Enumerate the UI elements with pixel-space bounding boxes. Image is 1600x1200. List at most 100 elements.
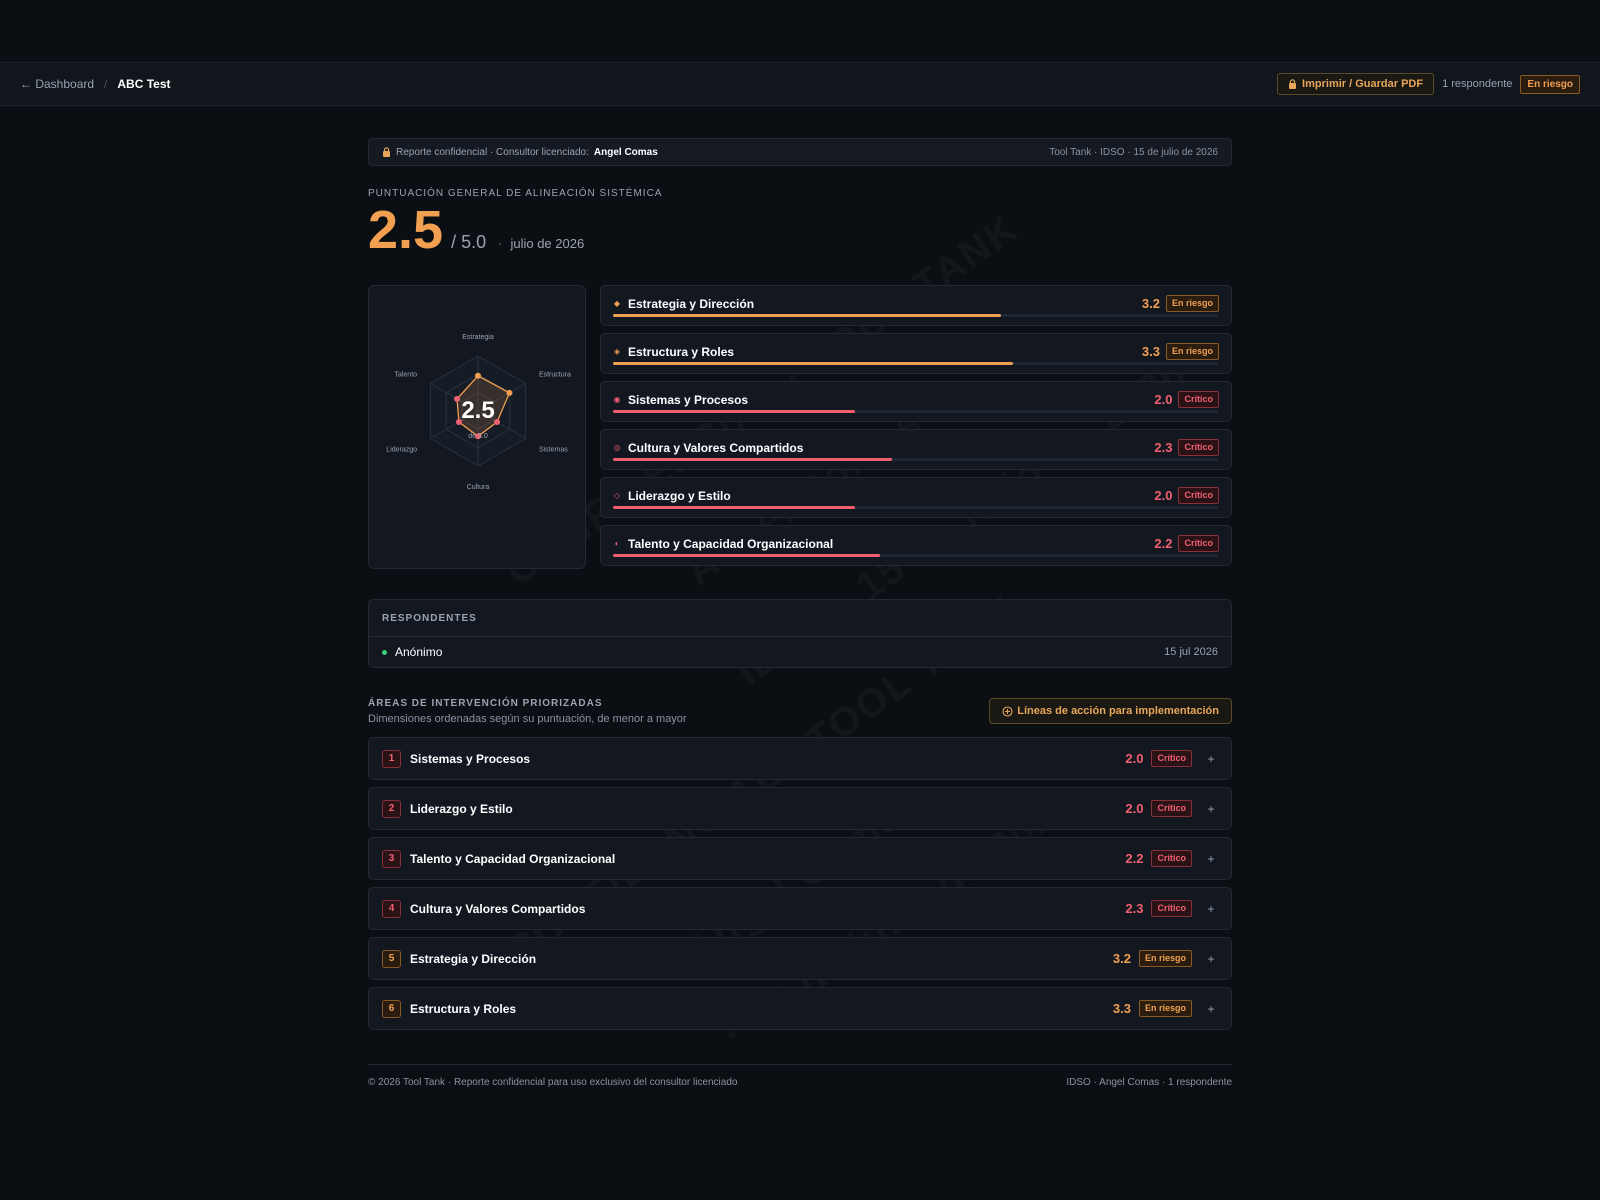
score-separator: · bbox=[498, 236, 503, 251]
expand-plus-icon[interactable]: + bbox=[1204, 752, 1218, 766]
dimension-card: ◈ Estructura y Roles 3.3 En riesgo bbox=[600, 333, 1232, 374]
overall-score-max: / 5.0 bbox=[451, 232, 487, 252]
area-status-badge: Crítico bbox=[1151, 750, 1192, 767]
active-dot-icon bbox=[382, 649, 387, 655]
radar-point bbox=[475, 372, 481, 379]
expand-plus-icon[interactable]: + bbox=[1204, 1002, 1218, 1016]
dimension-name: Sistemas y Procesos bbox=[628, 392, 749, 407]
footer: © 2026 Tool Tank · Reporte confidencial … bbox=[368, 1064, 1232, 1088]
dimension-bar-fill bbox=[613, 458, 892, 461]
area-rank: 3 bbox=[382, 849, 401, 868]
dimension-card: ◎ Cultura y Valores Compartidos 2.3 Crít… bbox=[600, 429, 1232, 470]
area-score: 2.2 bbox=[1125, 851, 1144, 866]
footer-right: IDSO · Angel Comas · 1 respondente bbox=[1066, 1077, 1232, 1088]
respondents-card: RESPONDENTES Anónimo 15 jul 2026 bbox=[368, 599, 1232, 668]
dimension-bar-fill bbox=[613, 554, 880, 557]
radar-axis-label: Liderazgo bbox=[386, 447, 417, 454]
action-lines-label: Líneas de acción para implementación bbox=[1017, 705, 1219, 717]
area-status-badge: En riesgo bbox=[1138, 950, 1192, 967]
dimension-icon: ◉ bbox=[613, 395, 621, 404]
plus-circle-icon bbox=[1002, 705, 1013, 717]
top-bar: ← Dashboard / ABC Test Imprimir / Guarda… bbox=[0, 62, 1600, 106]
radar-point bbox=[494, 419, 501, 425]
breadcrumb-separator: / bbox=[104, 77, 108, 91]
dimension-bar-fill bbox=[613, 362, 1013, 365]
expand-plus-icon[interactable]: + bbox=[1204, 952, 1218, 966]
area-name: Talento y Capacidad Organizacional bbox=[410, 851, 616, 866]
back-to-dashboard-link[interactable]: ← Dashboard bbox=[20, 77, 94, 91]
dimension-name: Liderazgo y Estilo bbox=[628, 488, 731, 503]
dimension-score: 2.0 bbox=[1154, 488, 1173, 503]
dimension-bar-track bbox=[613, 554, 1219, 557]
radar-chart: Estrategia Estructura Sistemas Cultura Lider… bbox=[386, 334, 571, 491]
confidential-prefix: Reporte confidencial · Consultor licenci… bbox=[396, 146, 589, 158]
radar-center-sub: de 5.0 bbox=[468, 433, 488, 440]
expand-plus-icon[interactable]: + bbox=[1204, 802, 1218, 816]
dimension-card: ◆ Estrategia y Dirección 3.2 En riesgo bbox=[600, 285, 1232, 326]
print-pdf-button[interactable]: Imprimir / Guardar PDF bbox=[1277, 73, 1435, 95]
area-rank: 6 bbox=[382, 999, 401, 1018]
area-rank: 1 bbox=[382, 749, 401, 768]
radar-axis-label: Estructura bbox=[539, 372, 571, 379]
dimension-icon: ◐ bbox=[614, 539, 620, 548]
dimension-icon: ◈ bbox=[613, 347, 621, 356]
dimension-icon: ◇ bbox=[613, 491, 621, 500]
area-rank: 4 bbox=[382, 899, 401, 918]
dimension-score: 3.3 bbox=[1141, 344, 1160, 359]
dimension-bar-track bbox=[613, 314, 1219, 317]
radar-chart-card: Estrategia Estructura Sistemas Cultura Lider… bbox=[368, 285, 586, 569]
dimension-icon: ◎ bbox=[613, 443, 621, 452]
area-status-badge: Crítico bbox=[1151, 850, 1192, 867]
priority-areas-list: 1 Sistemas y Procesos 2.0 Crítico + 2 Li… bbox=[368, 737, 1232, 1030]
dimension-status-badge: Crítico bbox=[1178, 535, 1219, 552]
dimension-score: 3.2 bbox=[1141, 296, 1160, 311]
dimension-bar-fill bbox=[613, 410, 856, 413]
breadcrumb-current: ABC Test bbox=[117, 77, 171, 91]
dimension-bar-track bbox=[613, 362, 1219, 365]
overall-score: 2.5 / 5.0 · julio de 2026 bbox=[368, 200, 1232, 260]
dimension-bar-track bbox=[613, 410, 1219, 413]
dimension-status-badge: En riesgo bbox=[1165, 343, 1219, 360]
priority-area-row[interactable]: 2 Liderazgo y Estilo 2.0 Crítico + bbox=[368, 787, 1232, 830]
respondent-name: Anónimo bbox=[395, 645, 443, 659]
footer-left: © 2026 Tool Tank · Reporte confidencial … bbox=[368, 1077, 738, 1088]
lock-icon bbox=[1289, 79, 1297, 89]
priority-area-row[interactable]: 1 Sistemas y Procesos 2.0 Crítico + bbox=[368, 737, 1232, 780]
priority-area-row[interactable]: 4 Cultura y Valores Compartidos 2.3 Crít… bbox=[368, 887, 1232, 930]
expand-plus-icon[interactable]: + bbox=[1204, 902, 1218, 916]
area-name: Cultura y Valores Compartidos bbox=[410, 901, 586, 916]
dimension-name: Estrategia y Dirección bbox=[628, 296, 755, 311]
confidential-bar: Reporte confidencial · Consultor licenci… bbox=[368, 138, 1232, 166]
priority-area-row[interactable]: 3 Talento y Capacidad Organizacional 2.2… bbox=[368, 837, 1232, 880]
dimension-bar-fill bbox=[613, 506, 856, 509]
priority-area-row[interactable]: 6 Estructura y Roles 3.3 En riesgo + bbox=[368, 987, 1232, 1030]
dimension-status-badge: Crítico bbox=[1178, 391, 1219, 408]
status-badge: En riesgo bbox=[1520, 74, 1580, 94]
report-container: Reporte confidencial · Consultor licenci… bbox=[368, 138, 1232, 1088]
consultant-name: Angel Comas bbox=[593, 146, 658, 158]
radar-center-value: 2.5 bbox=[461, 397, 494, 424]
respondent-row[interactable]: Anónimo 15 jul 2026 bbox=[369, 637, 1231, 667]
area-status-badge: En riesgo bbox=[1138, 1000, 1192, 1017]
area-name: Estrategia y Dirección bbox=[410, 951, 537, 966]
radar-point bbox=[454, 395, 461, 402]
radar-axis-label: Estrategia bbox=[462, 334, 494, 341]
respondents-title: RESPONDENTES bbox=[369, 600, 1231, 637]
dimension-icon: ◆ bbox=[613, 299, 621, 308]
overall-score-value: 2.5 bbox=[368, 200, 444, 260]
areas-title: ÁREAS DE INTERVENCIÓN PRIORIZADAS bbox=[368, 698, 603, 709]
expand-plus-icon[interactable]: + bbox=[1204, 852, 1218, 866]
action-lines-button[interactable]: Líneas de acción para implementación bbox=[989, 698, 1232, 724]
dimension-list: ◆ Estrategia y Dirección 3.2 En riesgo ◈… bbox=[600, 285, 1232, 569]
area-name: Estructura y Roles bbox=[410, 1001, 517, 1016]
report-meta: Tool Tank · IDSO · 15 de julio de 2026 bbox=[1049, 146, 1218, 158]
dimension-name: Estructura y Roles bbox=[628, 344, 735, 359]
dimension-score: 2.2 bbox=[1154, 536, 1173, 551]
priority-area-row[interactable]: 5 Estrategia y Dirección 3.2 En riesgo + bbox=[368, 937, 1232, 980]
dimension-card: ◇ Liderazgo y Estilo 2.0 Crítico bbox=[600, 477, 1232, 518]
dimension-card: ◉ Sistemas y Procesos 2.0 Crítico bbox=[600, 381, 1232, 422]
dimension-name: Cultura y Valores Compartidos bbox=[628, 440, 804, 455]
print-pdf-label: Imprimir / Guardar PDF bbox=[1302, 78, 1424, 90]
radar-axis-label: Talento bbox=[394, 372, 417, 379]
area-name: Liderazgo y Estilo bbox=[410, 801, 513, 816]
